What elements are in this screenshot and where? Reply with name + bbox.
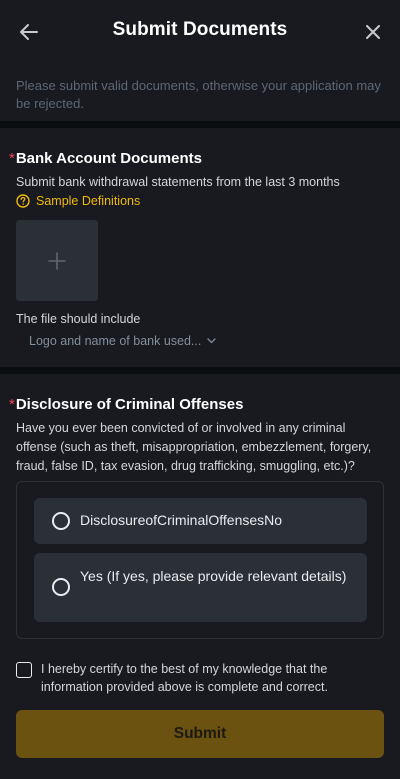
option-yes-label: Yes (If yes, please provide relevant det…: [80, 568, 347, 584]
bank-section-title: *Bank Account Documents: [9, 150, 202, 167]
file-hint-text: Logo and name of bank used...: [29, 334, 202, 348]
header: Submit Documents: [0, 0, 400, 64]
notice-text: Please submit valid documents, otherwise…: [16, 78, 381, 111]
criminal-section-title-text: Disclosure of Criminal Offenses: [15, 396, 244, 413]
option-no[interactable]: DisclosureofCriminalOffensesNo: [34, 498, 367, 544]
certify-checkbox[interactable]: [16, 662, 32, 678]
required-marker: *: [9, 396, 15, 413]
chevron-down-icon: [207, 338, 217, 344]
option-no-label: DisclosureofCriminalOffensesNo: [80, 512, 283, 528]
bank-section-title-text: Bank Account Documents: [15, 150, 202, 167]
close-button[interactable]: [358, 17, 388, 47]
radio-circle-icon: [52, 512, 70, 530]
option-yes[interactable]: Yes (If yes, please provide relevant det…: [34, 553, 367, 622]
section-divider: [0, 121, 400, 128]
file-hint-expander[interactable]: Logo and name of bank used...: [29, 334, 217, 348]
criminal-section-title: *Disclosure of Criminal Offenses: [9, 396, 243, 413]
certify-text: I hereby certify to the best of my knowl…: [41, 662, 328, 694]
section-divider: [0, 367, 400, 374]
plus-icon: [48, 251, 66, 270]
page-title: Submit Documents: [112, 19, 288, 40]
submit-button[interactable]: Submit: [16, 710, 384, 758]
criminal-options-group: DisclosureofCriminalOffensesNo Yes (If y…: [16, 481, 384, 639]
submit-documents-screen: Submit Documents Please submit valid doc…: [0, 0, 400, 779]
sample-definitions-label: Sample Definitions: [36, 194, 141, 208]
upload-file-button[interactable]: [16, 220, 98, 301]
radio-circle-icon: [52, 578, 70, 596]
bank-section-description: Submit bank withdrawal statements from t…: [16, 175, 340, 189]
criminal-question: Have you ever been convicted of or invol…: [16, 421, 372, 473]
close-icon: [366, 25, 380, 39]
help-circle-icon: [16, 194, 30, 208]
required-marker: *: [9, 150, 15, 167]
sample-definitions-link[interactable]: Sample Definitions: [16, 194, 140, 208]
file-include-label: The file should include: [16, 312, 141, 326]
